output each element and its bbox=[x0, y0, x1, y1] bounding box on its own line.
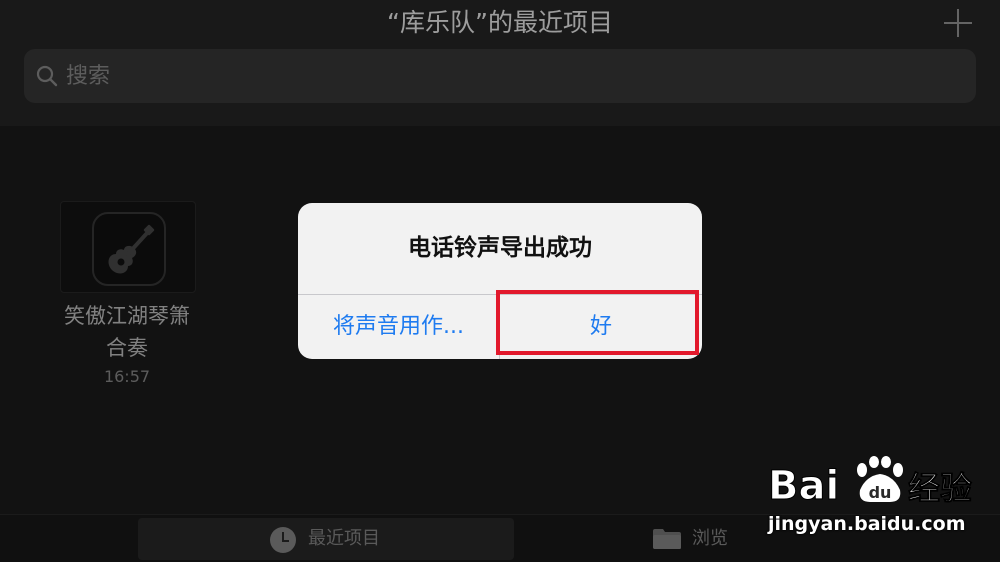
use-sound-as-button[interactable]: 将声音用作... bbox=[298, 295, 499, 359]
svg-text:du: du bbox=[869, 483, 892, 502]
baidu-jingyan-watermark: Bai du 经验 jingyan.baidu.com bbox=[760, 452, 990, 542]
highlight-box bbox=[496, 290, 699, 355]
svg-text:经验: 经验 bbox=[908, 469, 972, 507]
alert-title: 电话铃声导出成功 bbox=[408, 235, 592, 261]
baidu-logo: Bai du 经验 bbox=[768, 456, 972, 510]
watermark-url: jingyan.baidu.com bbox=[768, 513, 966, 535]
svg-text:Bai: Bai bbox=[768, 463, 839, 509]
app-screen: “库乐队”的最近项目 笑 bbox=[0, 0, 1000, 562]
